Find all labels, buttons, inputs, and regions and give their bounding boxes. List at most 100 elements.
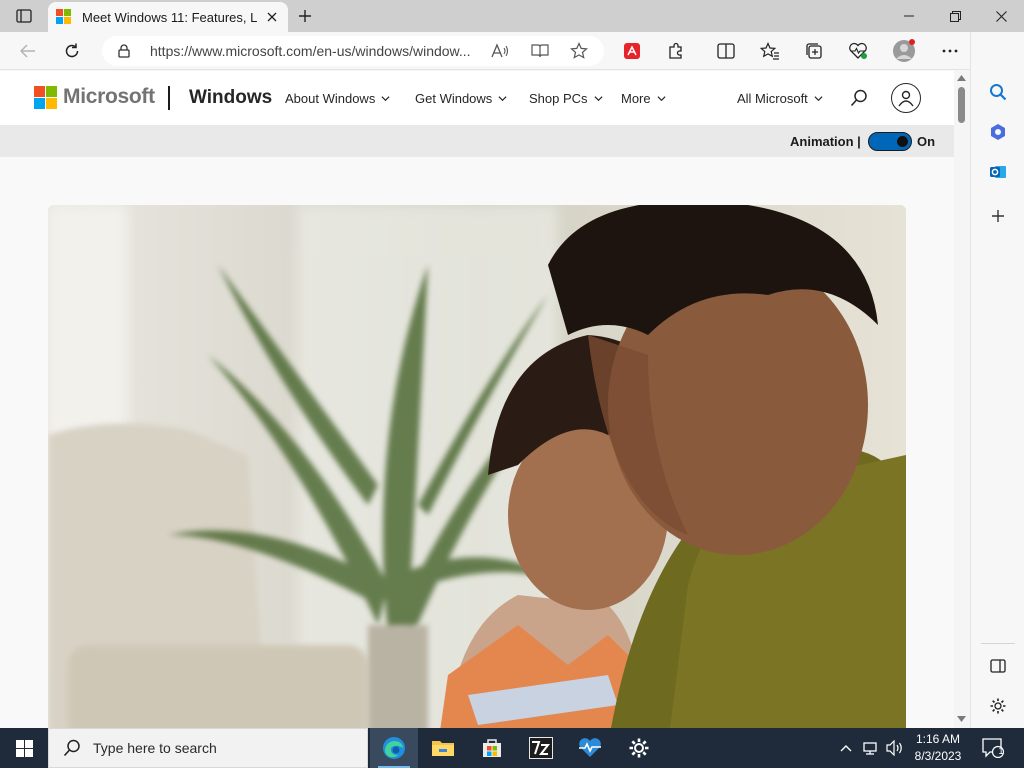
taskbar-search-placeholder: Type here to search (93, 740, 217, 756)
hide-sidebar-button[interactable] (984, 652, 1012, 680)
plus-icon (992, 210, 1004, 222)
account-button[interactable] (891, 83, 921, 113)
adobe-extension-icon (624, 43, 640, 59)
nav-shop-pcs[interactable]: Shop PCs (529, 91, 603, 106)
windows-taskbar: Type here to search 1:16 AM 8/3/2023 1 (0, 728, 1024, 768)
close-window-button[interactable] (978, 0, 1024, 32)
nav-all-microsoft[interactable]: All Microsoft (737, 91, 823, 106)
restore-button[interactable] (932, 0, 978, 32)
taskbar-settings-button[interactable] (615, 728, 663, 768)
start-button[interactable] (0, 728, 48, 768)
minimize-button[interactable] (886, 0, 932, 32)
search-icon (63, 739, 80, 757)
browser-toolbar: https://www.microsoft.com/en-us/windows/… (0, 32, 1024, 70)
taskbar-search-box[interactable]: Type here to search (48, 728, 368, 768)
extension-red-button[interactable] (618, 37, 646, 65)
immersive-reader-icon[interactable] (531, 43, 549, 59)
nav-get-windows[interactable]: Get Windows (415, 91, 507, 106)
favorites-button[interactable] (756, 37, 784, 65)
plus-icon (299, 10, 311, 22)
clock-time: 1:16 AM (915, 732, 961, 746)
scrollbar-thumb[interactable] (958, 87, 965, 123)
back-button[interactable] (14, 37, 42, 65)
close-icon (995, 10, 1007, 22)
show-hidden-icons-button[interactable] (836, 738, 856, 758)
animation-toggle[interactable] (868, 132, 912, 151)
edge-sidebar (970, 32, 1024, 728)
scroll-down-arrow-icon[interactable] (957, 716, 966, 722)
nav-shop-pcs-label: Shop PCs (529, 91, 588, 106)
user-icon (898, 90, 914, 107)
windows-brand-link[interactable]: Windows (189, 87, 272, 109)
nav-all-microsoft-label: All Microsoft (737, 91, 808, 106)
sidebar-panel-icon (990, 659, 1006, 673)
lock-icon (118, 44, 130, 58)
nav-about-windows[interactable]: About Windows (285, 91, 390, 106)
heart-pulse-icon (579, 738, 601, 757)
nav-more[interactable]: More (621, 91, 666, 106)
7zip-icon (529, 737, 553, 759)
taskbar-edge-button[interactable] (370, 728, 418, 768)
close-tab-icon[interactable] (264, 9, 280, 25)
page-scrollbar[interactable] (954, 71, 969, 728)
tab-title: Meet Windows 11: Features, Loo (82, 9, 258, 25)
taskbar-7zip-button[interactable] (517, 728, 565, 768)
clock-date: 8/3/2023 (914, 749, 962, 763)
scroll-up-arrow-icon[interactable] (957, 75, 966, 81)
notification-count: 1 (998, 746, 1004, 756)
collections-icon (806, 43, 822, 59)
edge-browser-icon (383, 737, 405, 759)
nav-about-windows-label: About Windows (285, 91, 376, 106)
microsoft-favicon-icon (56, 9, 72, 25)
microsoft-logo[interactable]: Microsoft (34, 85, 155, 109)
speaker-icon (886, 740, 902, 756)
microsoft-365-icon (991, 124, 1005, 140)
sidebar-divider (981, 643, 1015, 644)
back-arrow-icon (20, 44, 35, 58)
read-aloud-icon[interactable] (491, 43, 509, 59)
toggle-knob (897, 135, 908, 147)
taskbar-file-explorer-button[interactable] (419, 728, 467, 768)
more-dots-icon (942, 49, 958, 53)
collections-button[interactable] (800, 37, 828, 65)
sidebar-settings-button[interactable] (984, 692, 1012, 720)
new-tab-button[interactable] (294, 5, 316, 27)
tab-actions-icon (16, 9, 32, 23)
tab-actions-button[interactable] (8, 6, 40, 26)
site-header: Microsoft Windows About Windows Get Wind… (0, 71, 954, 125)
sidebar-outlook-button[interactable] (984, 158, 1012, 186)
extensions-button[interactable] (662, 37, 690, 65)
volume-button[interactable] (885, 738, 905, 758)
page-viewport: Microsoft Windows About Windows Get Wind… (0, 71, 969, 728)
folder-icon (432, 741, 454, 756)
sidebar-add-button[interactable] (984, 202, 1012, 230)
split-screen-icon (717, 43, 735, 59)
refresh-button[interactable] (58, 37, 86, 65)
taskbar-store-button[interactable] (468, 728, 516, 768)
chevron-down-icon (594, 96, 603, 102)
windows-logo-icon (15, 739, 33, 757)
profile-button[interactable] (890, 37, 918, 65)
taskbar-clock[interactable]: 1:16 AM 8/3/2023 (910, 731, 966, 765)
browser-tab-active[interactable]: Meet Windows 11: Features, Loo (48, 2, 288, 32)
split-screen-button[interactable] (712, 37, 740, 65)
favorites-list-icon (760, 42, 779, 60)
settings-more-button[interactable] (936, 37, 964, 65)
animation-state-text: On (917, 134, 936, 149)
chevron-down-icon (381, 96, 390, 102)
network-button[interactable] (861, 738, 881, 758)
notification-center-button[interactable]: 1 (978, 734, 1008, 762)
chevron-up-icon (840, 745, 852, 752)
taskbar-health-app-button[interactable] (566, 728, 614, 768)
address-bar[interactable]: https://www.microsoft.com/en-us/windows/… (102, 36, 604, 66)
sidebar-office-button[interactable] (984, 118, 1012, 146)
minimize-icon (904, 15, 914, 17)
browser-essentials-button[interactable] (844, 37, 872, 65)
browser-title-bar: Meet Windows 11: Features, Loo (0, 0, 1024, 32)
sidebar-search-button[interactable] (984, 78, 1012, 106)
favorite-star-icon[interactable] (570, 42, 588, 60)
profile-avatar-icon (893, 39, 915, 62)
site-search-button[interactable] (847, 86, 871, 110)
hero-photo-illustration (48, 205, 906, 728)
puzzle-icon (669, 42, 682, 59)
